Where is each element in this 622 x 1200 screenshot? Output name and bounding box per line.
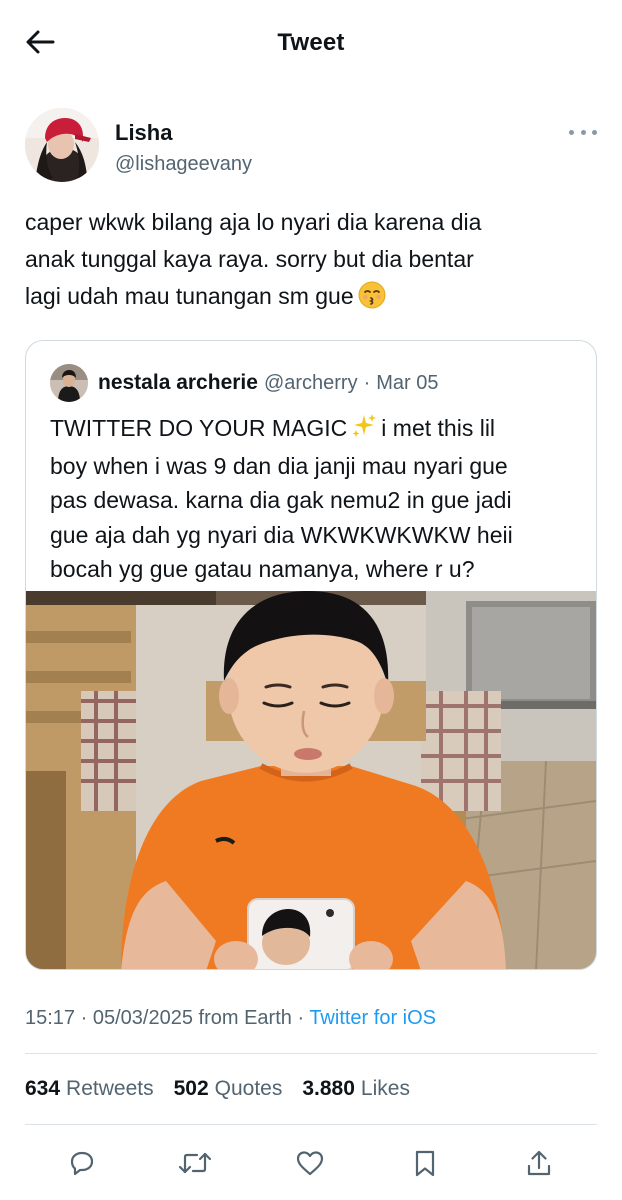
- divider: [25, 1053, 597, 1054]
- tweet-source-link[interactable]: Twitter for iOS: [309, 1007, 436, 1029]
- likes-label: Likes: [360, 1077, 410, 1100]
- quoted-text-line: TWITTER DO YOUR MAGIC i met this lil: [50, 411, 580, 449]
- tweet-date-location: 05/03/2025 from Earth: [92, 1007, 292, 1029]
- tweet-action-bar: [0, 1143, 622, 1187]
- tweet-text-line-content: lagi udah mau tunangan sm gue: [25, 283, 354, 309]
- heart-icon: [296, 1151, 324, 1176]
- quoted-text-line: bocah yg gue gatau namanya, where r u?: [50, 556, 475, 582]
- quoted-text-segment: i met this lil: [381, 415, 496, 441]
- quotes-stat[interactable]: 502 Quotes: [174, 1077, 283, 1101]
- quoted-text-line: gue aja dah yg nyari dia WKWKWKWKW heii: [50, 521, 513, 548]
- more-options-icon[interactable]: [569, 126, 597, 138]
- tweet-text: caper wkwk bilang aja lo nyari dia karen…: [25, 204, 597, 320]
- reply-icon: [70, 1151, 94, 1176]
- tweet-text-line: anak tunggal kaya raya. sorry but dia be…: [25, 246, 474, 272]
- bookmark-icon: [415, 1150, 435, 1177]
- divider: [25, 1124, 597, 1125]
- author-handle[interactable]: @lishageevany: [115, 153, 252, 176]
- author-avatar[interactable]: [25, 108, 99, 182]
- quoted-text-segment: TWITTER DO YOUR MAGIC: [50, 415, 348, 441]
- retweets-label: Retweets: [66, 1077, 154, 1100]
- tweet-time: 15:17: [25, 1007, 76, 1029]
- dot-separator: ·: [363, 371, 371, 394]
- quoted-tweet-photo[interactable]: [26, 591, 596, 969]
- like-button[interactable]: [290, 1143, 330, 1183]
- retweets-stat[interactable]: 634 Retweets: [25, 1077, 154, 1101]
- quoted-author-handle: @archerry: [263, 371, 358, 394]
- tweet-text-line: lagi udah mau tunangan sm gue: [25, 278, 597, 320]
- tweet-meta: 15:17 · 05/03/2025 from Earth · Twitter …: [25, 1007, 436, 1030]
- retweet-button[interactable]: [175, 1143, 215, 1183]
- quotes-label: Quotes: [214, 1077, 283, 1100]
- quotes-count: 502: [173, 1077, 209, 1100]
- quoted-date: Mar 05: [376, 371, 439, 394]
- quoted-text-line: pas dewasa. karna dia gak nemu2 in gue j…: [50, 487, 512, 513]
- retweet-icon: [178, 1152, 212, 1174]
- likes-count: 3.880: [302, 1077, 355, 1100]
- quoted-tweet-text: TWITTER DO YOUR MAGIC i met this lil boy …: [50, 411, 580, 587]
- tweet-stats: 634 Retweets 502 Quotes 3.880 Likes: [25, 1077, 410, 1101]
- dot-separator: ·: [297, 1007, 305, 1029]
- tweet-text-line: caper wkwk bilang aja lo nyari dia karen…: [25, 209, 482, 235]
- quoted-tweet-header: nestala archerie @archerry · Mar 05: [50, 363, 439, 403]
- bookmark-button[interactable]: [405, 1143, 445, 1183]
- kissing-face-emoji-icon: [358, 281, 386, 320]
- top-bar: Tweet: [0, 0, 622, 86]
- quoted-tweet[interactable]: nestala archerie @archerry · Mar 05 TWIT…: [25, 340, 597, 970]
- share-icon: [527, 1150, 551, 1176]
- quoted-text-line: boy when i was 9 dan dia janji mau nyari…: [50, 452, 508, 479]
- quoted-author-avatar: [50, 364, 88, 402]
- reply-button[interactable]: [62, 1143, 102, 1183]
- retweets-count: 634: [25, 1077, 61, 1100]
- sparkles-emoji-icon: [351, 413, 377, 449]
- quoted-author-name: nestala archerie: [98, 371, 258, 394]
- page-title: Tweet: [277, 29, 345, 56]
- share-button[interactable]: [519, 1143, 559, 1183]
- author-name[interactable]: Lisha: [115, 120, 172, 146]
- likes-stat[interactable]: 3.880 Likes: [302, 1077, 410, 1101]
- tweet-author: Lisha @lishageevany: [25, 108, 597, 186]
- dot-separator: ·: [80, 1007, 88, 1029]
